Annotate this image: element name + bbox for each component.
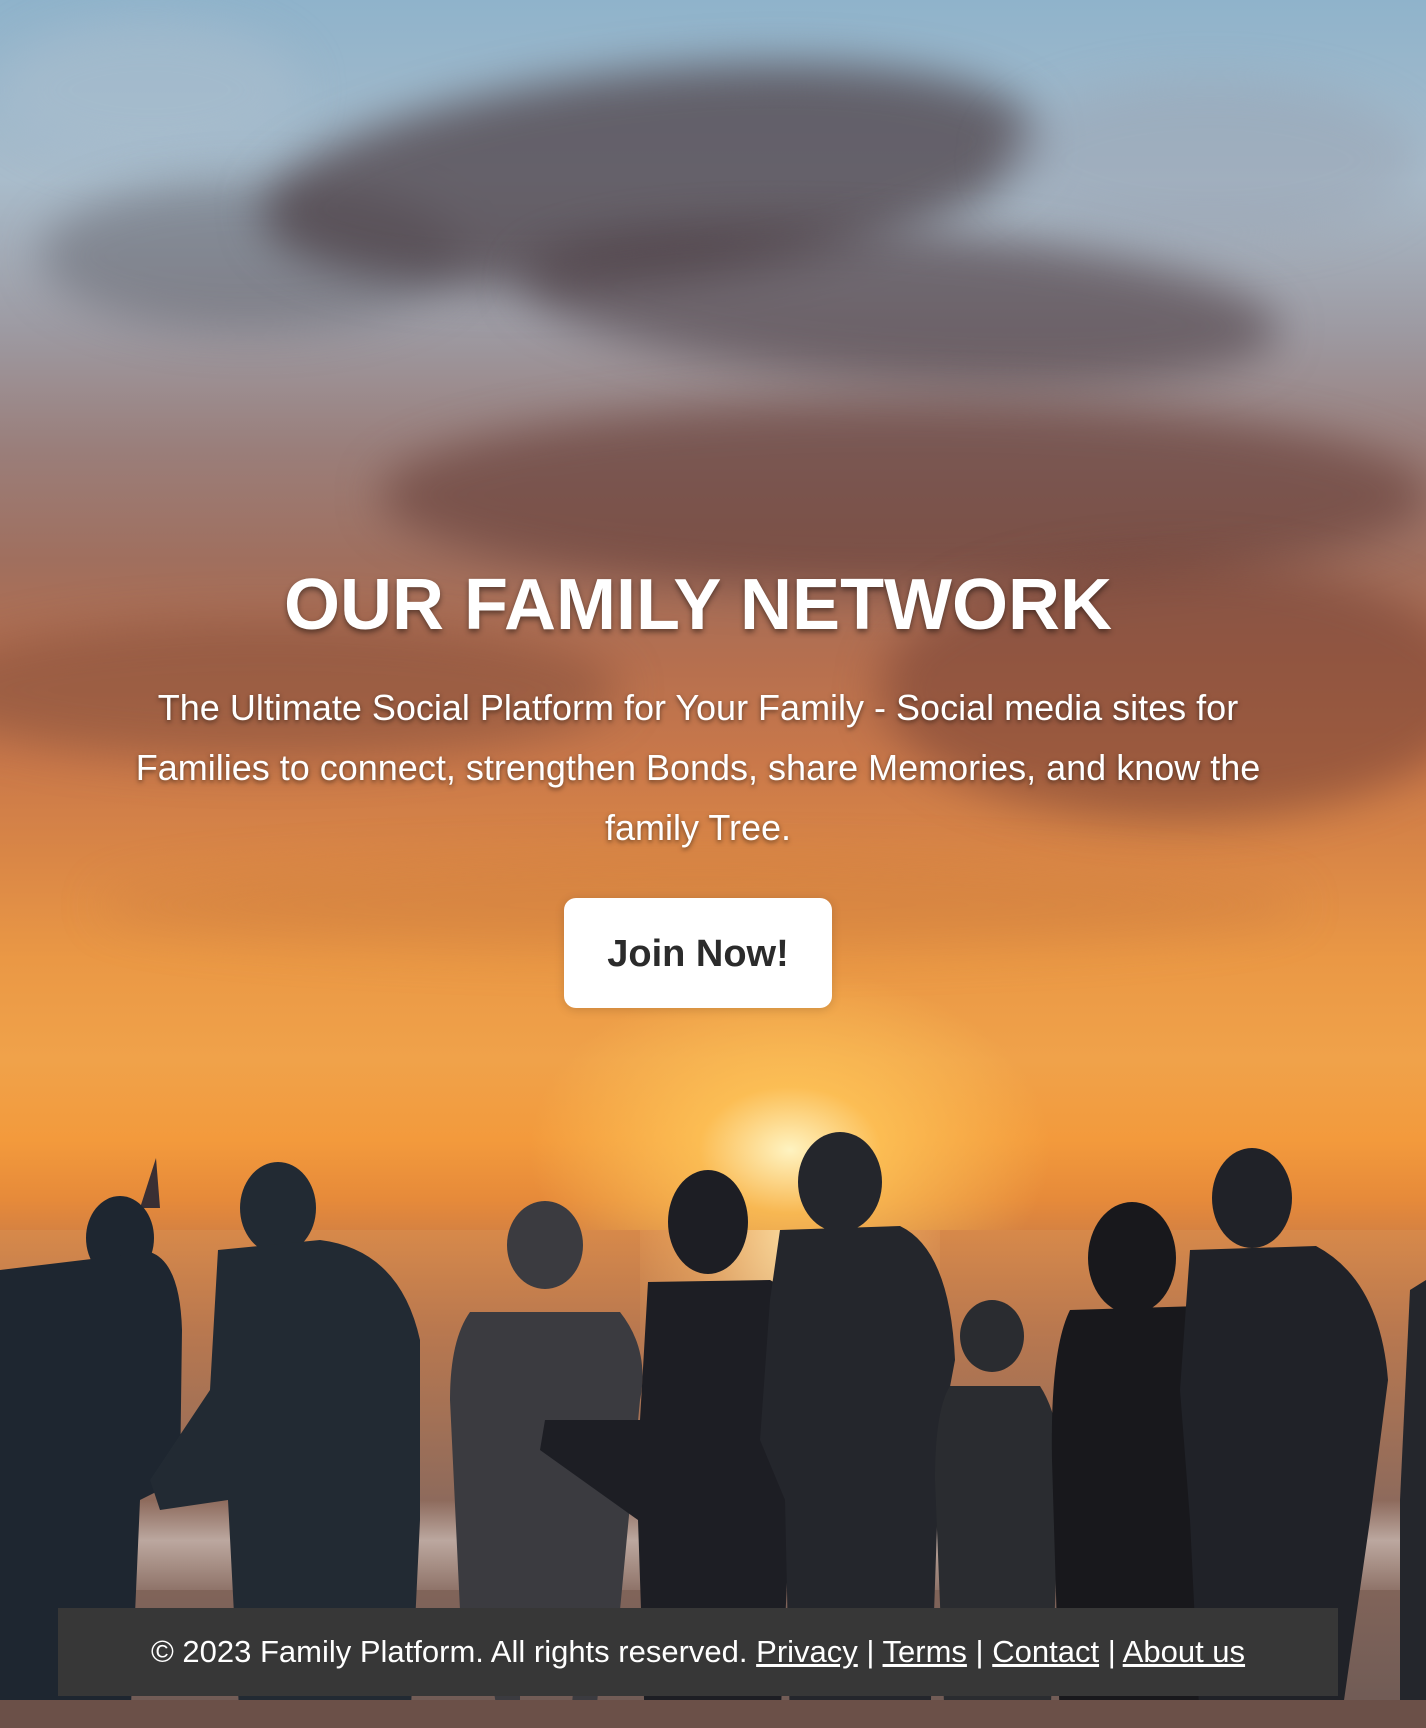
beach-sand xyxy=(0,1700,1426,1728)
hero-title: OUR FAMILY NETWORK xyxy=(283,565,1113,645)
footer-separator: | xyxy=(866,1634,875,1669)
footer-separator: | xyxy=(1107,1634,1116,1669)
hero-subtitle: The Ultimate Social Platform for Your Fa… xyxy=(135,687,1261,848)
footer-link-terms[interactable]: Terms xyxy=(883,1634,967,1669)
footer-bar: © 2023 Family Platform. All rights reser… xyxy=(58,1608,1338,1696)
footer-copyright: © 2023 Family Platform. All rights reser… xyxy=(150,1634,748,1669)
person-silhouette xyxy=(1400,1280,1426,1728)
footer-link-about[interactable]: About us xyxy=(1123,1634,1245,1669)
footer-separator: | xyxy=(975,1634,984,1669)
footer-link-contact[interactable]: Contact xyxy=(992,1634,1099,1669)
footer-link-privacy[interactable]: Privacy xyxy=(756,1634,858,1669)
hero-section: OUR FAMILY NETWORK The Ultimate Social P… xyxy=(100,560,1296,1008)
join-now-button[interactable]: Join Now! xyxy=(564,898,832,1008)
sailboat-icon xyxy=(140,1158,160,1208)
